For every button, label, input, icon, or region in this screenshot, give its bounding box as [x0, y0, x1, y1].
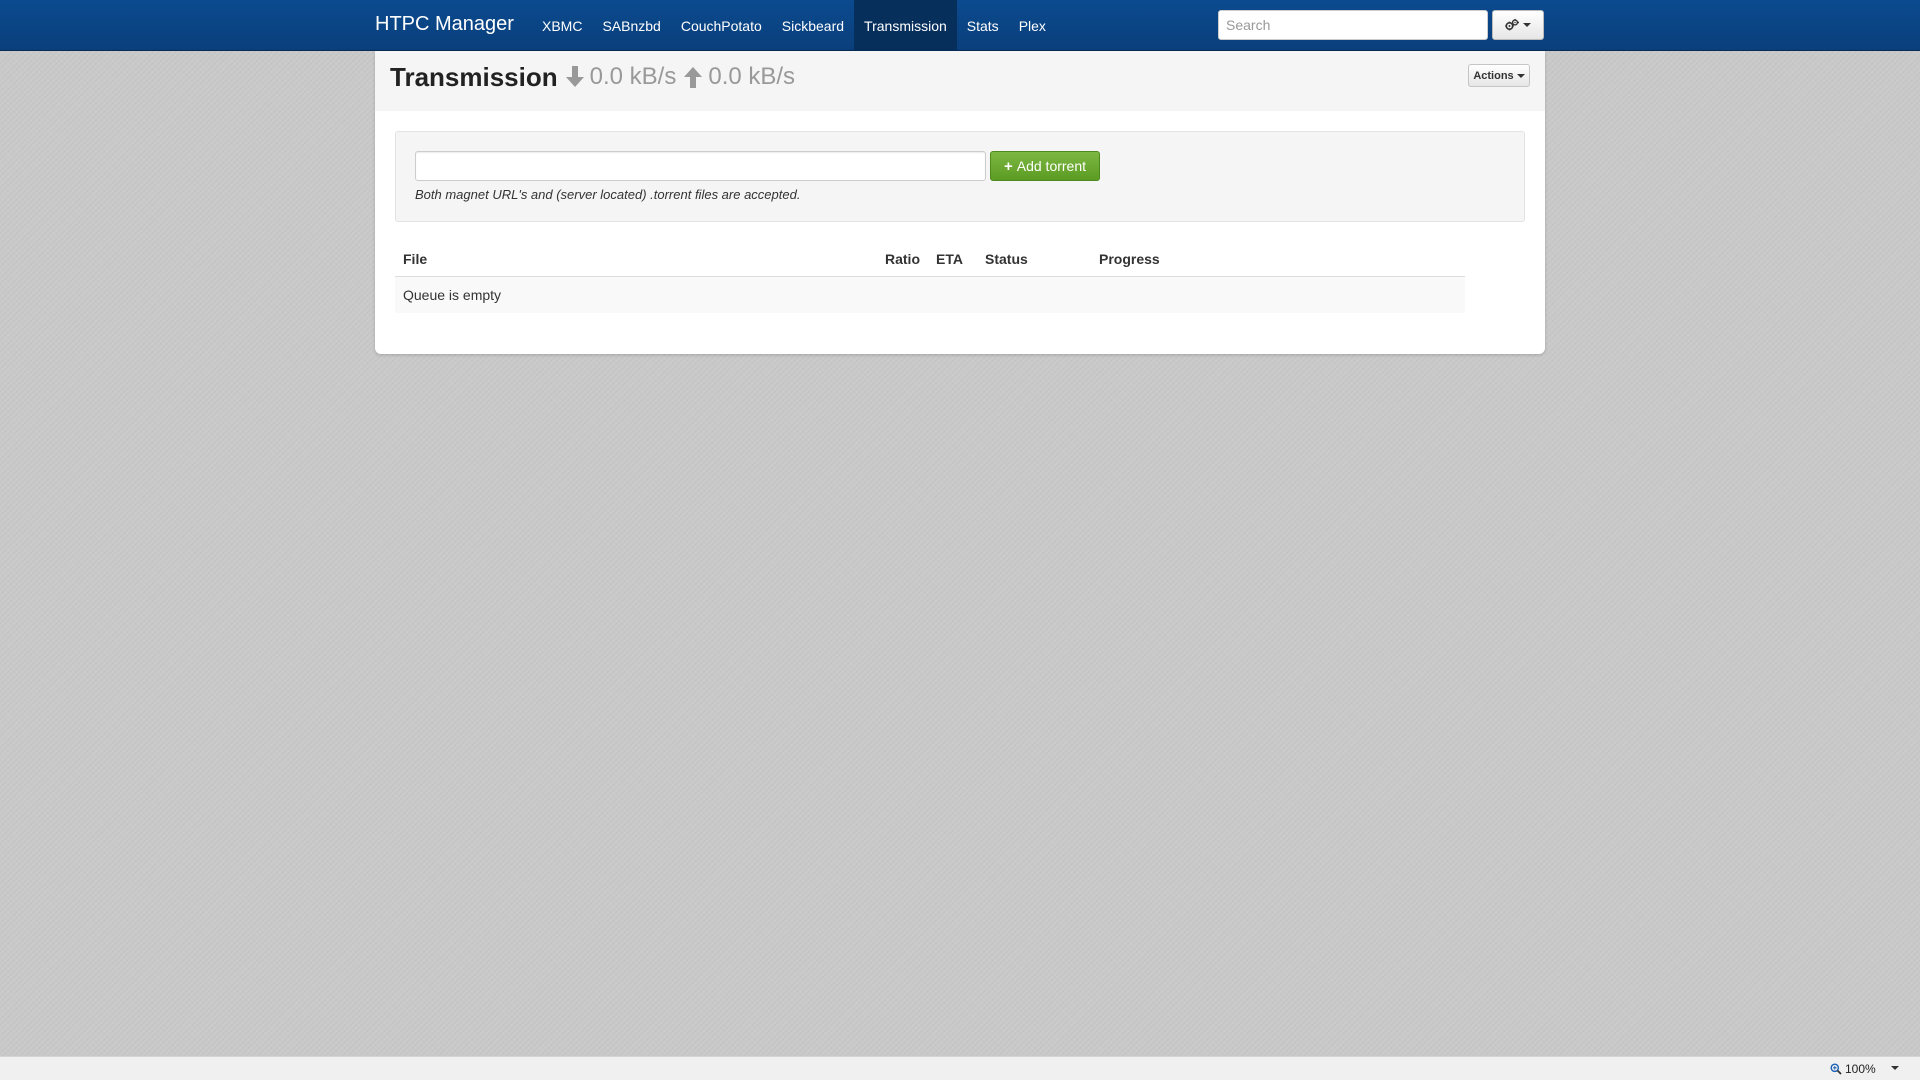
- table-row: Queue is empty: [395, 276, 1465, 313]
- add-torrent-help-text: Both magnet URL's and (server located) .…: [415, 187, 801, 202]
- page-header: Transmission 0.0 kB/s 0.0 kB/s Actions: [375, 51, 1545, 111]
- zoom-level: 100%: [1845, 1062, 1876, 1076]
- nav-item-transmission[interactable]: Transmission: [854, 0, 957, 50]
- nav-item-stats[interactable]: Stats: [957, 0, 1009, 50]
- nav-item-xbmc[interactable]: XBMC: [532, 0, 592, 50]
- page-title-text: Transmission: [390, 61, 558, 92]
- brand-link[interactable]: HTPC Manager: [375, 0, 514, 50]
- gears-icon: [1505, 19, 1519, 31]
- navbar: HTPC Manager XBMC SABnzbd CouchPotato Si…: [0, 0, 1920, 51]
- table-header-row: File Ratio ETA Status Progress: [395, 242, 1465, 277]
- add-torrent-form: + Add torrent Both magnet URL's and (ser…: [395, 131, 1525, 222]
- torrent-queue-table: File Ratio ETA Status Progress Queue is …: [395, 242, 1465, 313]
- search-input[interactable]: [1218, 10, 1488, 40]
- column-header-ratio[interactable]: Ratio: [877, 242, 928, 277]
- column-header-status[interactable]: Status: [977, 242, 1091, 277]
- nav-item-sickbeard[interactable]: Sickbeard: [772, 0, 854, 50]
- plus-icon: +: [1003, 157, 1013, 175]
- nav-item-couchpotato[interactable]: CouchPotato: [671, 0, 772, 50]
- main-nav: XBMC SABnzbd CouchPotato Sickbeard Trans…: [532, 0, 1056, 50]
- zoom-icon: [1830, 1063, 1842, 1075]
- actions-dropdown-button[interactable]: Actions: [1468, 64, 1530, 87]
- nav-item-plex[interactable]: Plex: [1009, 0, 1056, 50]
- column-header-eta[interactable]: ETA: [928, 242, 977, 277]
- zoom-control[interactable]: 100%: [1830, 1060, 1876, 1078]
- add-torrent-button[interactable]: + Add torrent: [990, 151, 1100, 181]
- browser-status-bar: 100%: [0, 1056, 1920, 1080]
- content-panel: Transmission 0.0 kB/s 0.0 kB/s Actions +…: [375, 51, 1545, 354]
- zoom-dropdown-icon[interactable]: [1891, 1066, 1899, 1070]
- chevron-down-icon: [1516, 73, 1525, 78]
- arrow-down-icon: [565, 66, 584, 87]
- upload-speed: 0.0 kB/s: [708, 63, 796, 90]
- column-header-file[interactable]: File: [395, 242, 877, 277]
- queue-empty-message: Queue is empty: [395, 276, 1465, 313]
- settings-dropdown-button[interactable]: [1492, 10, 1544, 40]
- chevron-down-icon: [1523, 23, 1531, 27]
- download-speed: 0.0 kB/s: [589, 63, 677, 90]
- actions-label: Actions: [1473, 69, 1514, 82]
- add-torrent-label: Add torrent: [1016, 158, 1087, 174]
- nav-item-sabnzbd[interactable]: SABnzbd: [592, 0, 670, 50]
- column-header-progress[interactable]: Progress: [1091, 242, 1465, 277]
- torrent-url-input[interactable]: [415, 151, 986, 181]
- page-title: Transmission 0.0 kB/s 0.0 kB/s: [390, 59, 801, 95]
- arrow-up-icon: [684, 67, 703, 88]
